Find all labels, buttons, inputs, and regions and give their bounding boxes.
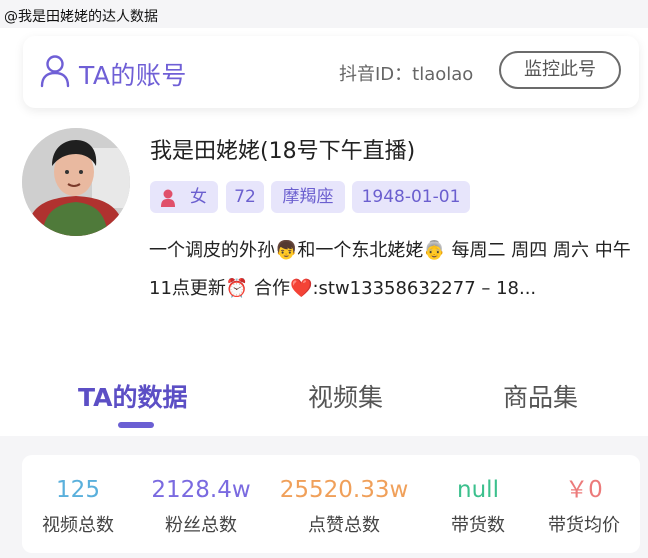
avatar — [22, 128, 130, 236]
stat-label: 点赞总数 — [308, 515, 380, 536]
birthday-tag: 1948-01-01 — [352, 181, 470, 213]
female-person-icon — [158, 187, 178, 207]
tab-goods-collection[interactable]: 商品集 — [503, 378, 578, 414]
stat-label: 粉丝总数 — [165, 515, 237, 536]
stat-value: 25520.33w — [279, 477, 409, 503]
page-caption: @我是田姥姥的达人数据 — [4, 9, 158, 25]
user-outline-icon — [39, 54, 71, 88]
stats-card: 125 视频总数 2128.4w 粉丝总数 25520.33w 点赞总数 nul… — [22, 455, 640, 553]
gender-label: 女 — [190, 187, 207, 207]
stat-value: null — [457, 477, 499, 503]
zodiac-tag: 摩羯座 — [271, 181, 345, 213]
stat-goods-avg-price: ￥0 带货均价 — [535, 475, 633, 537]
stat-value: 125 — [56, 477, 100, 503]
active-tab-indicator — [118, 422, 154, 428]
gender-tag: 女 — [150, 181, 218, 213]
profile-name: 我是田姥姥(18号下午直播) — [150, 139, 416, 164]
stat-goods-count: null 带货数 — [434, 475, 522, 537]
stat-label: 带货数 — [451, 515, 505, 536]
monitor-account-button[interactable]: 监控此号 — [499, 51, 621, 89]
profile-bio: 一个调皮的外孙👦和一个东北姥姥👵 每周二 周四 周六 中午11点更新⏰ 合作❤️… — [149, 240, 631, 299]
age-tag: 72 — [226, 181, 264, 213]
douyin-id: 抖音ID：tlaolao — [339, 64, 474, 85]
stat-like-count: 25520.33w 点赞总数 — [274, 475, 414, 537]
stat-video-count: 125 视频总数 — [34, 475, 122, 537]
stat-follower-count: 2128.4w 粉丝总数 — [146, 475, 256, 537]
stat-value: ￥0 — [565, 477, 603, 503]
stat-value: 2128.4w — [151, 477, 251, 503]
stat-label: 视频总数 — [42, 515, 114, 536]
account-section-title: TA的账号 — [79, 61, 187, 90]
stat-label: 带货均价 — [548, 515, 620, 536]
tab-ta-data[interactable]: TA的数据 — [78, 378, 187, 414]
account-card: TA的账号 抖音ID：tlaolao 监控此号 — [23, 36, 639, 108]
tab-video-collection[interactable]: 视频集 — [308, 378, 383, 414]
